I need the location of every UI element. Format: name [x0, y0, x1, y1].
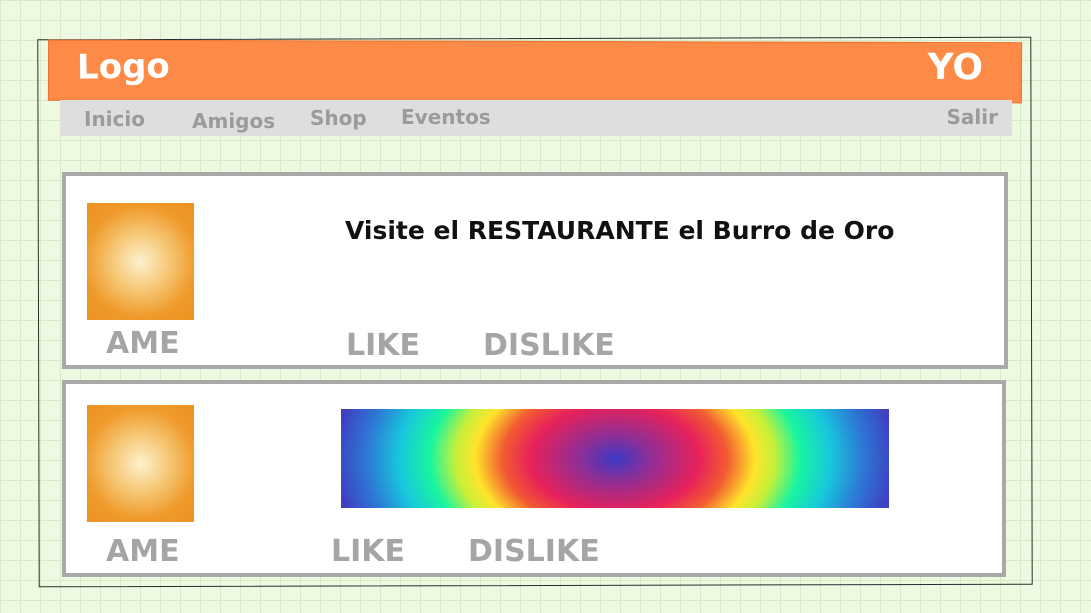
post-card: AME Visite el RESTAURANTE el Burro de Or…	[62, 172, 1008, 369]
user-menu[interactable]: YO	[928, 47, 983, 88]
nav-item-inicio[interactable]: Inicio	[84, 107, 145, 131]
like-button[interactable]: LIKE	[346, 328, 420, 363]
avatar[interactable]	[87, 203, 194, 320]
post-image[interactable]	[341, 409, 889, 508]
dislike-button[interactable]: DISLIKE	[483, 328, 615, 363]
logout-link[interactable]: Salir	[947, 105, 998, 129]
like-button[interactable]: LIKE	[331, 534, 405, 569]
header-bar: Logo YO	[47, 39, 1023, 104]
avatar[interactable]	[87, 405, 194, 522]
dislike-button[interactable]: DISLIKE	[468, 534, 600, 569]
nav-item-amigos[interactable]: Amigos	[192, 109, 275, 133]
post-text: Visite el RESTAURANTE el Burro de Oro	[345, 216, 895, 245]
nav-item-eventos[interactable]: Eventos	[401, 105, 491, 129]
nav-item-shop[interactable]: Shop	[310, 106, 367, 130]
post-author[interactable]: AME	[106, 326, 180, 361]
logo[interactable]: Logo	[77, 46, 170, 87]
post-card: AME LIKE DISLIKE	[62, 380, 1006, 577]
nav-bar: Inicio Amigos Shop Eventos Salir	[60, 100, 1012, 136]
post-author[interactable]: AME	[106, 534, 180, 569]
